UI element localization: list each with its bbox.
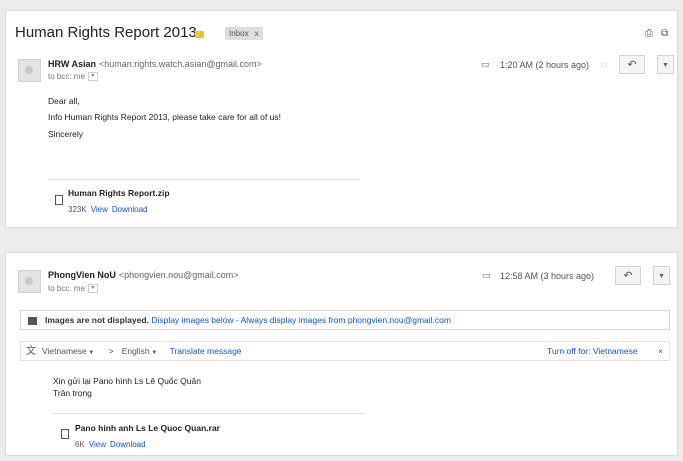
attachment-size: 6K xyxy=(75,440,85,449)
message-card-1: Human Rights Report 2013 Inbox x ⎙ ⧉ HRW … xyxy=(5,10,678,228)
sender-line: PhongVien NoU <phongvien.nou@gmail.com> xyxy=(48,270,239,280)
label-icon: ▭ xyxy=(482,270,491,280)
reply-icon: ↶ xyxy=(623,270,633,282)
translate-icon: 文 xyxy=(26,346,36,357)
image-icon xyxy=(28,316,37,325)
attachment-divider xyxy=(48,179,360,180)
attachment-download-link[interactable]: Download xyxy=(112,205,148,214)
inbox-label-text: Inbox xyxy=(229,29,249,38)
recipients-line: to bcc: me ▾ xyxy=(48,72,98,82)
remove-label-icon[interactable]: x xyxy=(255,29,259,38)
attachment-meta: 323K View Download xyxy=(68,199,147,217)
avatar xyxy=(18,59,41,82)
target-language-dropdown[interactable]: English xyxy=(122,346,150,356)
recipients-line: to bcc: me ▾ xyxy=(48,284,98,294)
body-line: Sincerely xyxy=(48,129,83,139)
chevron-down-icon: ▼ xyxy=(658,273,665,280)
attachment-name[interactable]: Human Rights Report.zip xyxy=(68,188,170,198)
chevron-down-icon: ▼ xyxy=(86,350,95,356)
turn-off-translation-link[interactable]: Turn off for: Vietnamese xyxy=(547,342,638,360)
notice-separator: - xyxy=(233,315,241,325)
new-window-icon[interactable]: ⧉ xyxy=(661,28,668,39)
attachment-icon xyxy=(61,429,69,439)
translate-message-link[interactable]: Translate message xyxy=(170,346,242,356)
attachment-meta: 6K View Download xyxy=(75,434,146,452)
chevron-down-icon: ▼ xyxy=(662,62,669,69)
attachment-size: 323K xyxy=(68,205,87,214)
thread-subject: Human Rights Report 2013 xyxy=(15,24,197,41)
source-language-dropdown[interactable]: Vietnamese xyxy=(42,346,87,356)
notice-text: Images are not displayed. xyxy=(45,315,149,325)
inbox-label-tag[interactable]: Inbox x xyxy=(225,27,263,40)
recipients-text: to bcc: me xyxy=(48,284,85,293)
body-line: Dear all, xyxy=(48,96,80,106)
display-images-link[interactable]: Display images below xyxy=(151,315,233,325)
sender-name[interactable]: HRW Asian xyxy=(48,59,96,69)
details-dropdown-icon[interactable]: ▾ xyxy=(87,284,98,294)
avatar xyxy=(18,270,41,293)
sender-name[interactable]: PhongVien NoU xyxy=(48,270,116,280)
translate-arrow: > xyxy=(108,346,114,356)
importance-marker[interactable] xyxy=(195,31,204,38)
sender-email: <phongvien.nou@gmail.com> xyxy=(118,270,239,280)
attachment-view-link[interactable]: View xyxy=(89,440,106,449)
attachment-icon xyxy=(55,195,63,205)
sender-email: <human.rights.watch.asian@gmail.com> xyxy=(99,59,262,69)
message-card-2: PhongVien NoU <phongvien.nou@gmail.com> t… xyxy=(5,252,678,456)
message-time: 1:20 AM (2 hours ago) xyxy=(500,60,590,70)
more-actions-button[interactable]: ▼ xyxy=(653,266,670,285)
recipients-text: to bcc: me xyxy=(48,72,85,81)
attachment-download-link[interactable]: Download xyxy=(110,440,146,449)
label-icon: ▭ xyxy=(481,59,490,69)
images-not-displayed-notice: Images are not displayed. Display images… xyxy=(20,310,670,330)
translate-bar: 文 Vietnamese ▼ > English ▼ Translate messa… xyxy=(20,341,670,361)
sender-line: HRW Asian <human.rights.watch.asian@gmail… xyxy=(48,59,262,69)
attachment-name[interactable]: Pano hinh anh Ls Le Quoc Quan.rar xyxy=(75,423,220,433)
star-icon[interactable]: ☆ xyxy=(599,58,609,71)
reply-icon: ↶ xyxy=(627,59,637,71)
chevron-down-icon: ▼ xyxy=(149,350,158,356)
details-dropdown-icon[interactable]: ▾ xyxy=(87,72,98,82)
body-line: Xin gửi lại Pano hình Ls Lê Quốc Quân xyxy=(53,376,201,386)
close-icon[interactable]: × xyxy=(658,342,663,360)
print-icon[interactable]: ⎙ xyxy=(645,28,653,39)
attachment-view-link[interactable]: View xyxy=(91,205,108,214)
body-line: Trân trọng xyxy=(53,388,92,398)
message-time: 12:58 AM (3 hours ago) xyxy=(500,271,595,281)
attachment-divider xyxy=(53,413,365,414)
reply-button[interactable]: ↶ xyxy=(619,55,645,74)
body-line: Info Human Rights Report 2013, please ta… xyxy=(48,112,281,122)
more-actions-button[interactable]: ▼ xyxy=(657,55,674,74)
always-display-images-link[interactable]: Always display images from phongvien.nou… xyxy=(241,315,451,325)
reply-button[interactable]: ↶ xyxy=(615,266,641,285)
